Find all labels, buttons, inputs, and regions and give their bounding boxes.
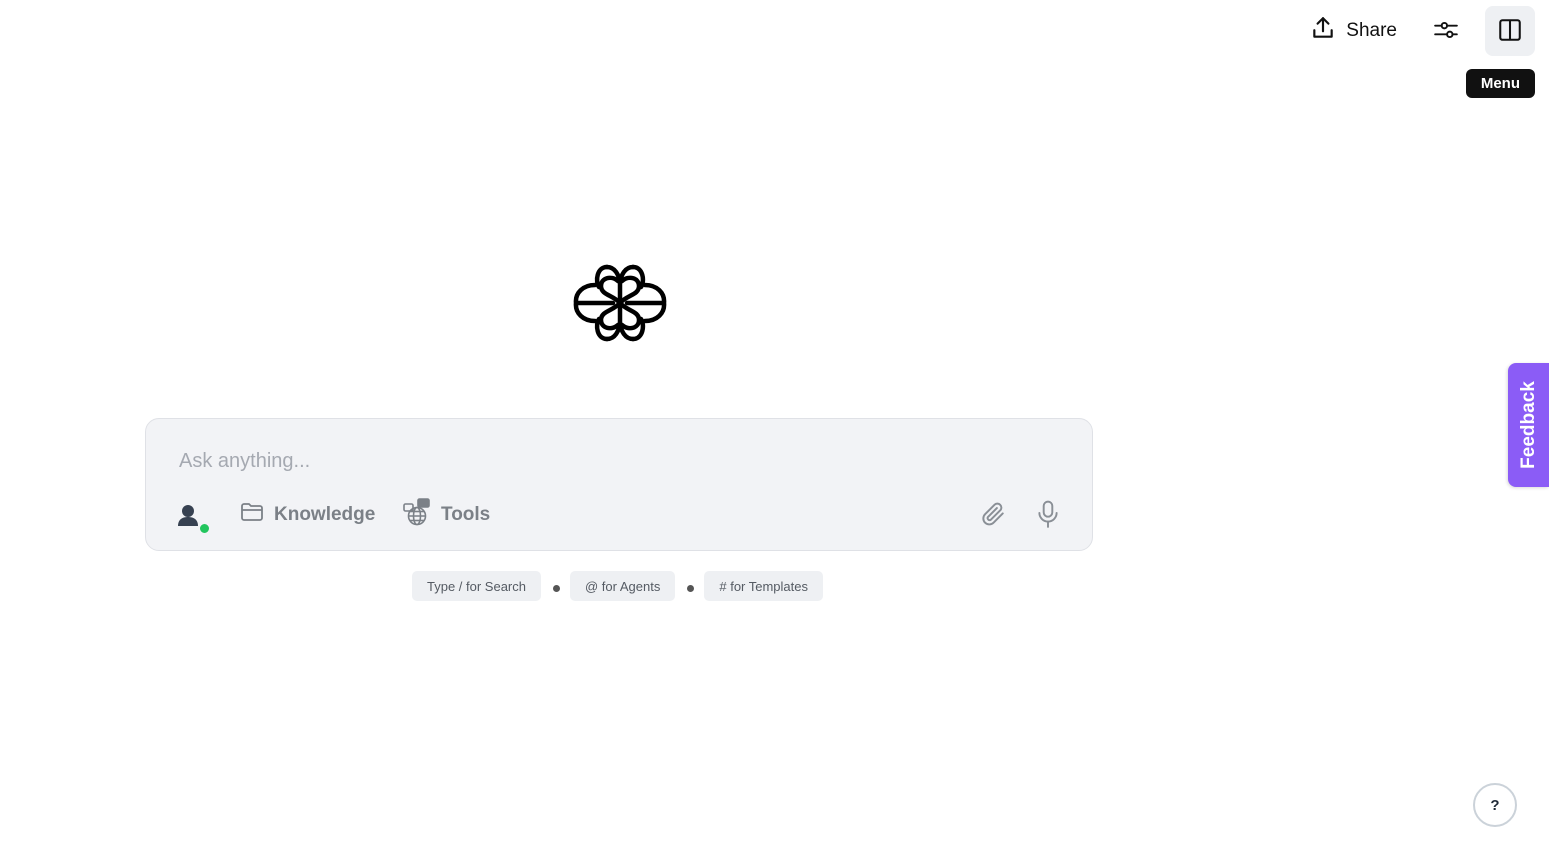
- hint-search: Type / for Search: [412, 571, 541, 601]
- tools-button[interactable]: Tools: [403, 498, 491, 532]
- knowledge-label: Knowledge: [274, 504, 376, 525]
- chat-input[interactable]: [177, 445, 1041, 477]
- sliders-icon: [1433, 17, 1459, 46]
- globe-tools-icon: [403, 498, 431, 532]
- paperclip-icon: [980, 501, 1006, 530]
- upload-icon: [1310, 15, 1336, 47]
- user-icon: [177, 505, 201, 531]
- chat-composer: Knowledge Tools: [145, 418, 1093, 551]
- hint-separator: [687, 584, 695, 592]
- shortcut-hints: Type / for Search @ for Agents # for Tem…: [412, 571, 823, 601]
- share-button[interactable]: Share: [1300, 6, 1407, 56]
- feedback-label: Feedback: [1517, 381, 1539, 469]
- feedback-tab[interactable]: Feedback: [1508, 363, 1549, 487]
- brain-logo-icon: [573, 263, 667, 343]
- voice-input-button[interactable]: [1030, 497, 1066, 533]
- agent-avatar[interactable]: [177, 503, 210, 534]
- menu-tooltip: Menu: [1465, 69, 1535, 98]
- tools-label: Tools: [441, 504, 491, 525]
- hint-agents: @ for Agents: [570, 571, 676, 601]
- online-status-dot: [199, 523, 210, 534]
- header-actions: Share: [1300, 6, 1535, 56]
- attach-button[interactable]: [975, 497, 1011, 533]
- folder-icon: [240, 500, 264, 530]
- help-button[interactable]: ?: [1473, 783, 1517, 827]
- hint-separator: [553, 584, 560, 592]
- share-label: Share: [1346, 20, 1397, 41]
- sidebar-panel-icon: [1497, 17, 1523, 46]
- app-page: Share Menu Ask anything... Knowledge Too…: [0, 0, 1549, 846]
- microphone-icon: [1035, 500, 1061, 531]
- hint-templates: # for Templates: [704, 571, 823, 601]
- knowledge-button[interactable]: Knowledge: [240, 499, 375, 531]
- menu-toggle-button[interactable]: [1485, 6, 1535, 56]
- settings-button[interactable]: [1421, 6, 1471, 56]
